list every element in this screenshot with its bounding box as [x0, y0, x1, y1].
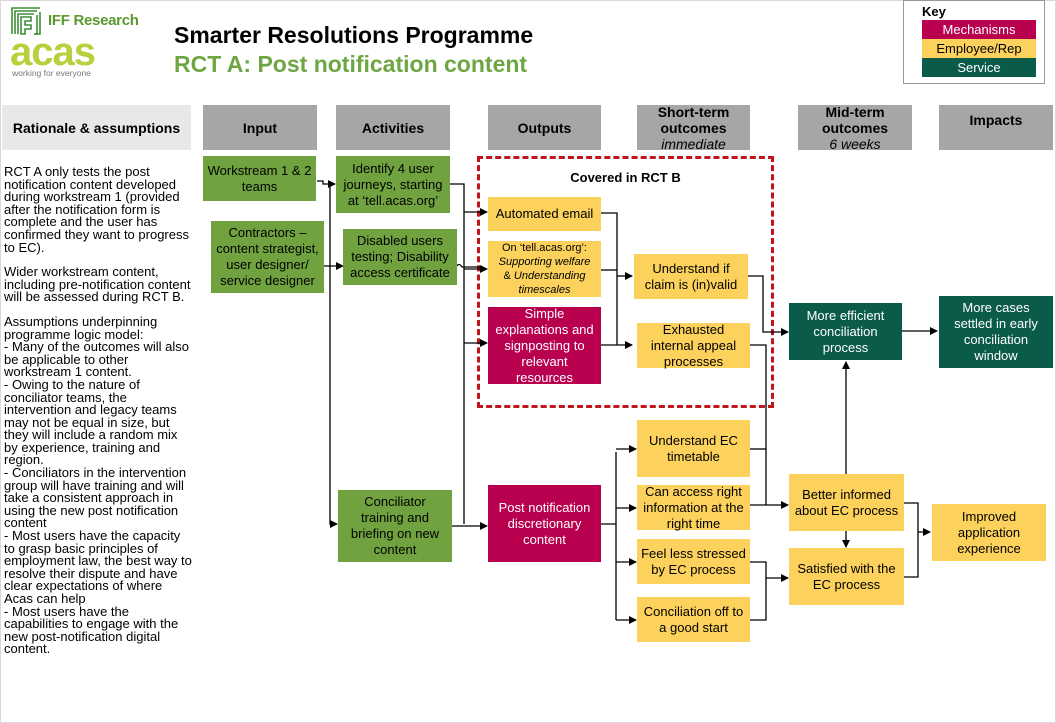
connector-short1-mid1 — [748, 275, 789, 336]
node-output-tell-acas-line2: Supporting welfare — [498, 256, 591, 268]
node-short-feel-less-stressed: Feel less stressed by EC process — [637, 539, 750, 584]
connector-short2-bus — [750, 344, 767, 505]
node-output-automated-email: Automated email — [488, 197, 601, 231]
node-input-contractors: Contractors – content strategist, user d… — [211, 221, 324, 293]
node-impact-improved-experience: Improved application experience — [932, 504, 1046, 561]
node-output-tell-acas-line1: On ‘tell.acas.org’: — [502, 242, 587, 254]
node-mid-satisfied-ec-process: Satisfied with the EC process — [789, 548, 904, 605]
node-impact-more-cases-settled: More cases settled in early conciliation… — [939, 296, 1053, 368]
node-input-workstream-teams: Workstream 1 & 2 teams — [203, 156, 316, 201]
connector-input1-activity1 — [317, 180, 336, 188]
node-short-conciliation-good-start: Conciliation off to a good start — [637, 597, 750, 642]
connector-mid-impact2 — [904, 502, 930, 578]
node-activity-conciliator-training: Conciliator training and briefing on new… — [338, 490, 452, 562]
node-output-tell-acas-line4: timescales — [518, 284, 571, 296]
node-short-exhausted-appeal: Exhausted internal appeal processes — [637, 322, 750, 369]
node-short-understand-ec-timetable: Understand EC timetable — [637, 420, 750, 477]
node-output-tell-acas-amp: & — [503, 270, 514, 282]
node-output-tell-acas-line3: Understanding — [513, 270, 586, 282]
connector-input1-activity3 — [329, 184, 338, 528]
connector-activity2-bus — [455, 263, 480, 268]
node-activity-user-journeys: Identify 4 user journeys, starting at ‘t… — [336, 156, 450, 213]
node-mid-efficient-conciliation: More efficient conciliation process — [789, 303, 902, 360]
connector-output1-bus — [601, 212, 618, 345]
node-output-simple-explanations: Simple explanations and signposting to r… — [488, 306, 601, 385]
node-short-understand-claim: Understand if claim is (in)valid — [634, 254, 748, 299]
node-output-post-notification-content: Post notification discretionary content — [488, 485, 601, 562]
node-mid-better-informed: Better informed about EC process — [789, 474, 904, 531]
node-output-tell-acas: On ‘tell.acas.org’: Supporting welfare &… — [488, 241, 601, 297]
connector-short5-bus — [750, 561, 767, 621]
node-short-access-right-information: Can access right information at the righ… — [637, 484, 750, 531]
connector-output4-bus — [601, 452, 617, 620]
node-activity-disabled-users-testing: Disabled users testing; Disability acces… — [343, 229, 457, 285]
